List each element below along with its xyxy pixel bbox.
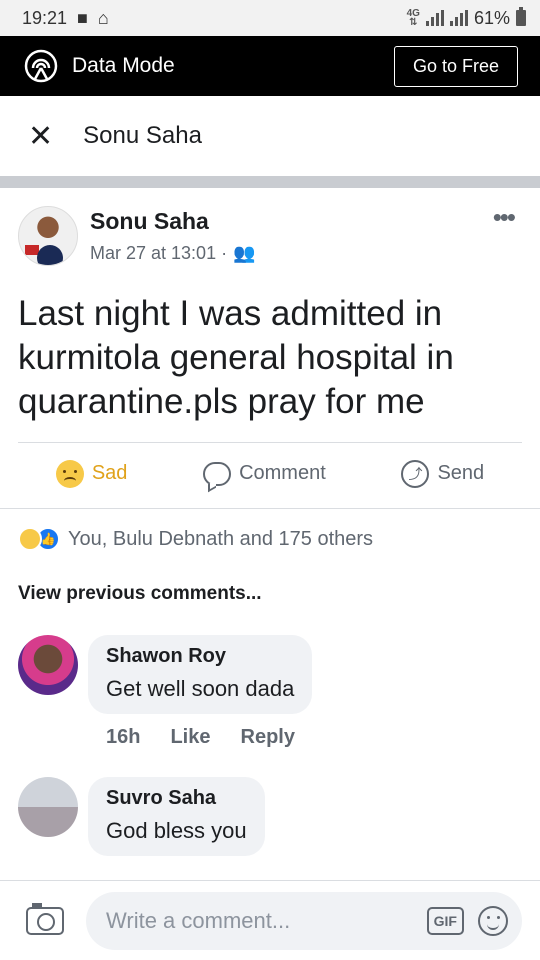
post-author-name[interactable]: Sonu Saha xyxy=(90,208,256,235)
friends-audience-icon: 👥 xyxy=(233,243,256,263)
data-mode-icon xyxy=(24,49,58,83)
send-label: Send xyxy=(437,462,485,484)
data-mode-bar: Data Mode Go to Free xyxy=(0,36,540,96)
network-type-icon: 4G ⇅ xyxy=(406,8,420,28)
status-bar: 19:21 ■ ⌂ 4G ⇅ 61% xyxy=(0,0,540,36)
send-button[interactable]: ⤴ Send xyxy=(401,459,485,488)
sad-label: Sad xyxy=(91,462,128,484)
comment-like-button[interactable]: Like xyxy=(170,726,210,749)
signal-icon xyxy=(425,10,444,26)
comment-reply-button[interactable]: Reply xyxy=(241,726,295,749)
page-header: ✕ Sonu Saha xyxy=(0,96,540,176)
comment-item: Shawon Roy Get well soon dada 16h Like R… xyxy=(0,635,540,749)
post-text: Last night I was admitted in kurmitola g… xyxy=(18,294,454,421)
camera-icon[interactable] xyxy=(26,902,64,935)
data-mode-label: Data Mode xyxy=(72,54,175,77)
comment-text: God bless you xyxy=(106,818,247,843)
sad-reaction-button[interactable]: Sad xyxy=(55,459,128,488)
status-time: 19:21 xyxy=(22,7,68,28)
comment-time: 16h xyxy=(106,726,141,748)
commenter-avatar[interactable] xyxy=(18,777,78,837)
page-title: Sonu Saha xyxy=(83,122,202,149)
post-actions: Sad Comment ⤴ Send xyxy=(18,442,522,504)
commenter-name[interactable]: Shawon Roy xyxy=(106,645,294,668)
battery-icon xyxy=(516,7,526,26)
emoji-icon[interactable] xyxy=(478,905,508,936)
comment-bubble[interactable]: Suvro Saha God bless you xyxy=(88,777,265,856)
sad-reaction-icon xyxy=(18,527,42,551)
comment-label: Comment xyxy=(239,462,326,484)
comment-item: Suvro Saha God bless you xyxy=(0,777,540,856)
post-header: Sonu Saha Mar 27 at 13:01 · 👥 ••• xyxy=(0,188,540,266)
comment-button[interactable]: Comment xyxy=(203,461,326,486)
home-notification-icon: ⌂ xyxy=(97,7,109,28)
view-previous-comments-link[interactable]: View previous comments... xyxy=(0,551,540,605)
message-notification-icon: ■ xyxy=(77,7,88,28)
comment-bubble-icon xyxy=(203,461,232,486)
battery-percent: 61% xyxy=(473,7,510,28)
go-to-free-button[interactable]: Go to Free xyxy=(393,45,518,87)
section-divider xyxy=(0,176,540,188)
signal-icon-2 xyxy=(449,10,468,26)
commenter-avatar[interactable] xyxy=(18,635,78,695)
more-options-icon[interactable]: ••• xyxy=(493,202,516,233)
comment-input-placeholder[interactable]: Write a comment... xyxy=(106,908,427,934)
commenter-name[interactable]: Suvro Saha xyxy=(106,787,247,810)
author-avatar[interactable] xyxy=(18,206,78,266)
post-timestamp[interactable]: Mar 27 at 13:01 · xyxy=(90,243,227,264)
sad-face-icon xyxy=(55,459,84,488)
messenger-icon: ⤴ xyxy=(401,459,430,488)
comment-input[interactable]: Write a comment... GIF xyxy=(86,891,522,950)
comment-text: Get well soon dada xyxy=(106,676,295,701)
gif-icon[interactable]: GIF xyxy=(426,906,464,935)
reactions-text: You, Bulu Debnath and 175 others xyxy=(68,527,374,550)
comment-composer: Write a comment... GIF xyxy=(0,880,540,960)
close-icon[interactable]: ✕ xyxy=(28,119,53,154)
comment-bubble[interactable]: Shawon Roy Get well soon dada xyxy=(88,635,313,714)
reactions-summary[interactable]: 👍 You, Bulu Debnath and 175 others xyxy=(0,509,540,551)
